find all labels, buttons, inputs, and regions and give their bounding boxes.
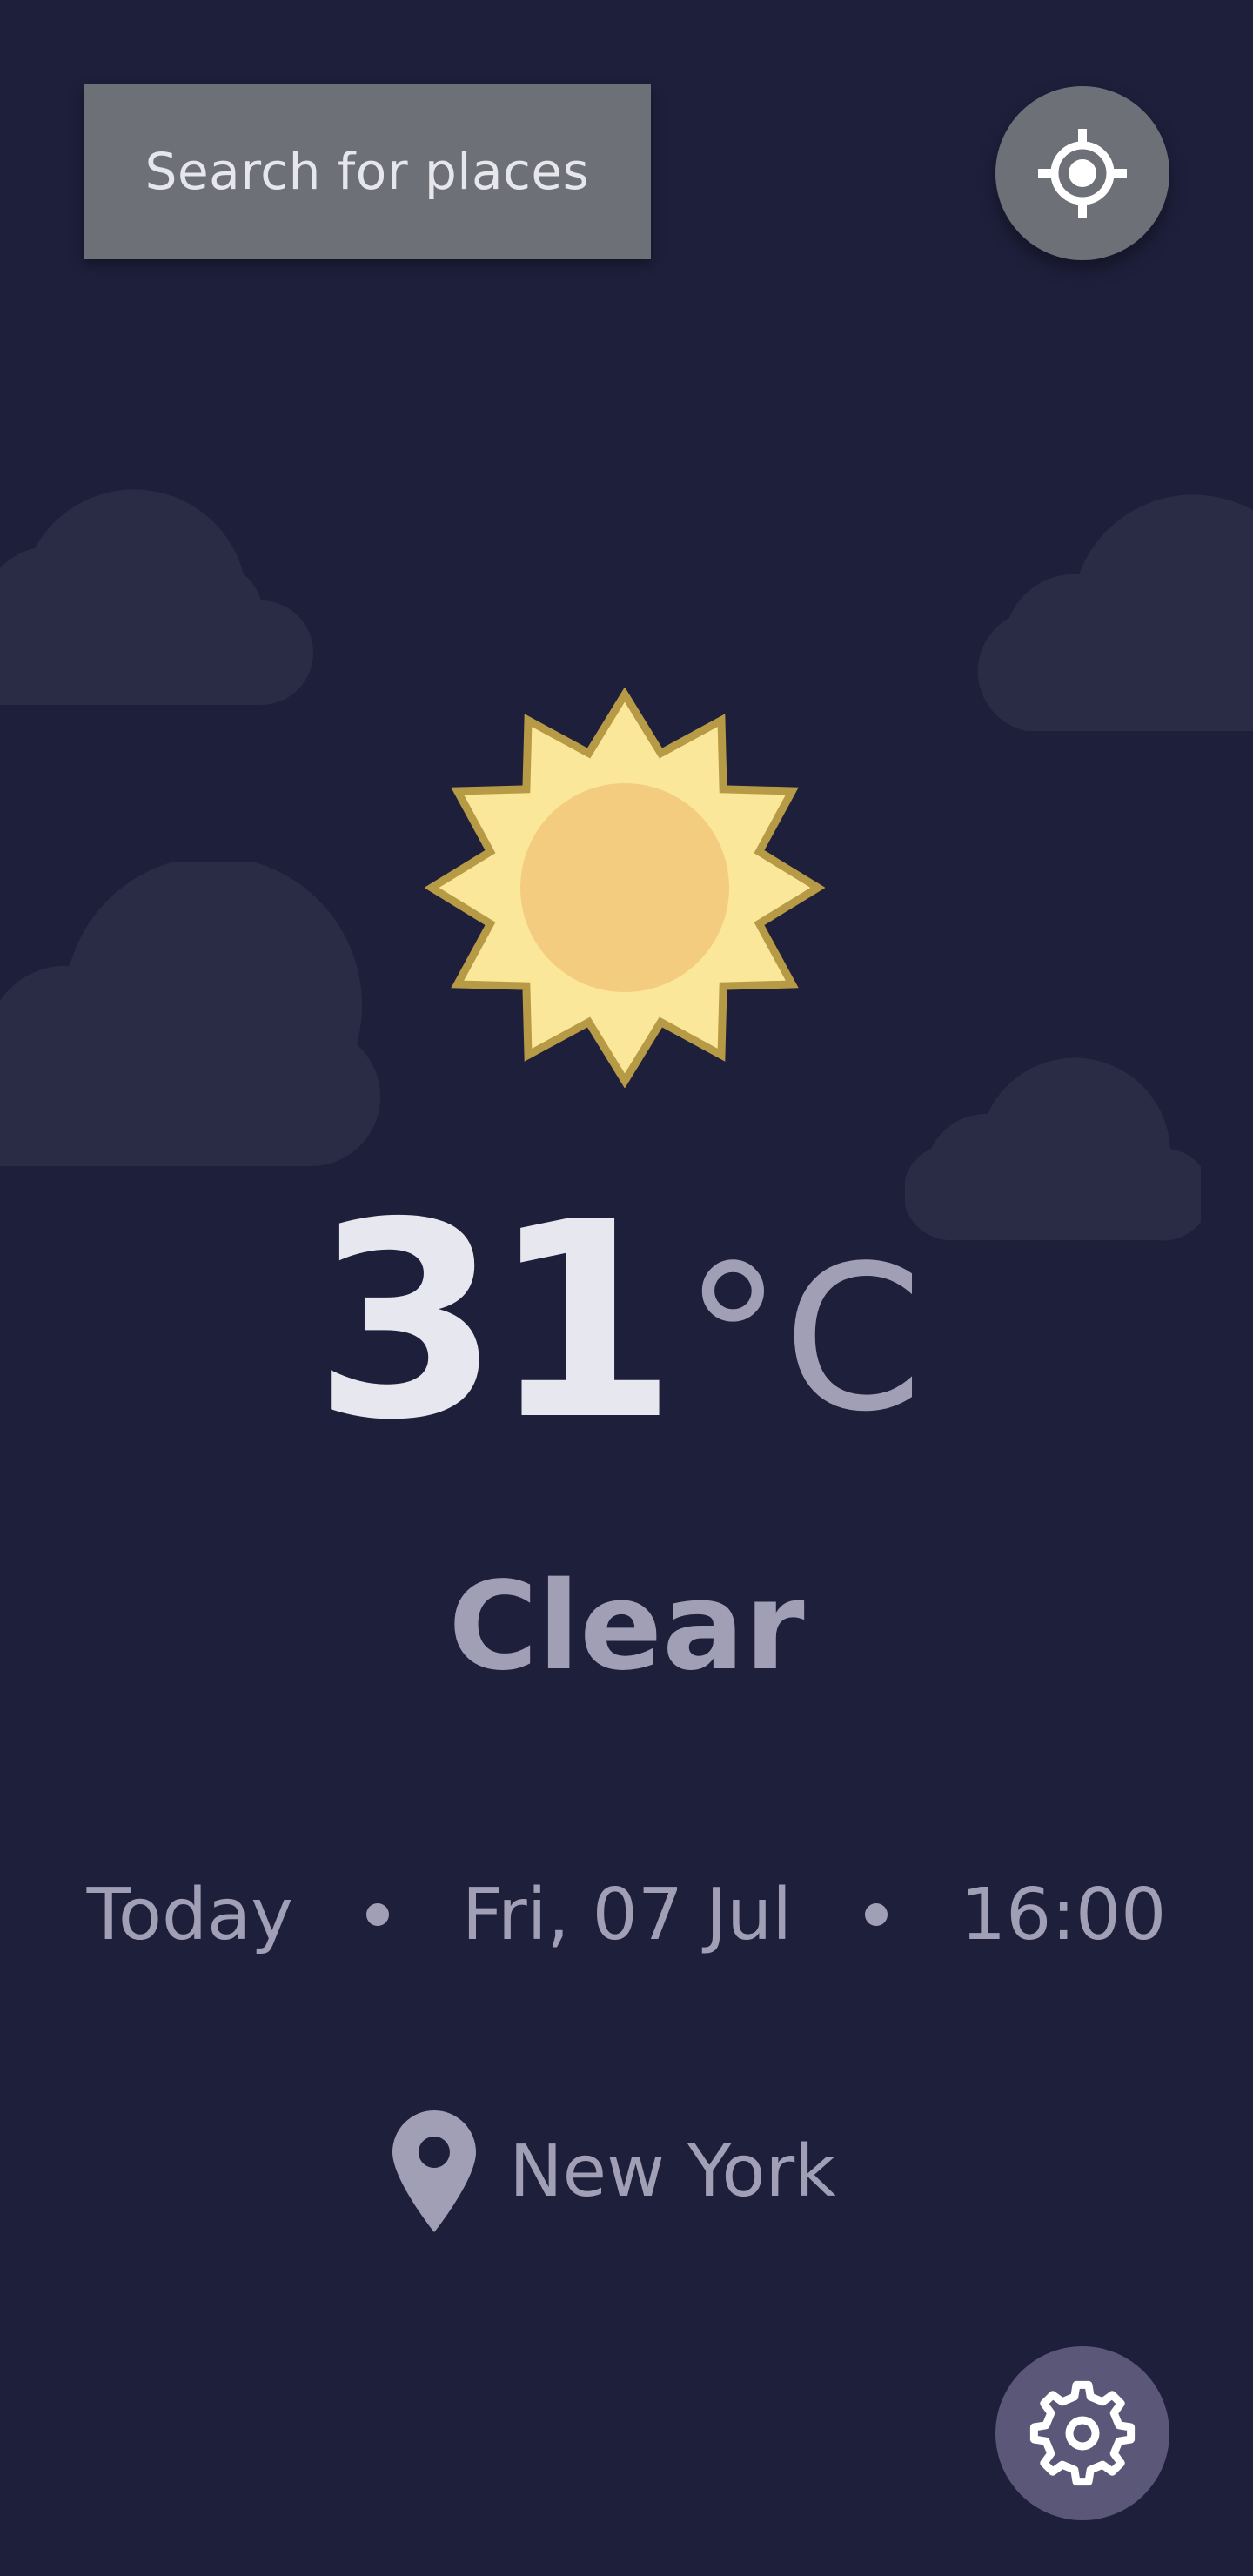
time-label: 16:00	[961, 1873, 1167, 1956]
location-row: New York	[0, 2106, 1253, 2237]
background-cloud-top-left	[0, 489, 313, 705]
temperature-unit: °C	[682, 1224, 923, 1456]
search-places-button[interactable]: Search for places	[84, 84, 651, 259]
separator-dot	[365, 1903, 389, 1926]
background-cloud-top-right	[977, 494, 1253, 731]
crosshair-icon	[1038, 129, 1127, 218]
separator-dot	[865, 1903, 888, 1926]
day-label: Today	[86, 1873, 293, 1956]
weather-condition: Clear	[448, 1556, 805, 1698]
gear-icon	[1029, 2380, 1136, 2486]
locate-button[interactable]	[995, 86, 1169, 260]
map-pin-icon	[392, 2110, 477, 2232]
background-cloud-middle-left	[0, 862, 381, 1166]
weather-app: Search for places 31 °C Clear Today Fri,…	[0, 0, 1253, 2576]
sun-icon	[425, 688, 825, 1088]
date-label: Fri, 07 Jul	[461, 1873, 792, 1956]
temperature-display: 31 °C	[0, 1165, 1253, 1479]
temperature-value: 31	[312, 1165, 677, 1479]
search-button-label: Search for places	[144, 142, 590, 201]
date-time-row: Today Fri, 07 Jul 16:00	[0, 1871, 1253, 1958]
settings-button[interactable]	[995, 2346, 1169, 2520]
location-name: New York	[509, 2130, 836, 2213]
